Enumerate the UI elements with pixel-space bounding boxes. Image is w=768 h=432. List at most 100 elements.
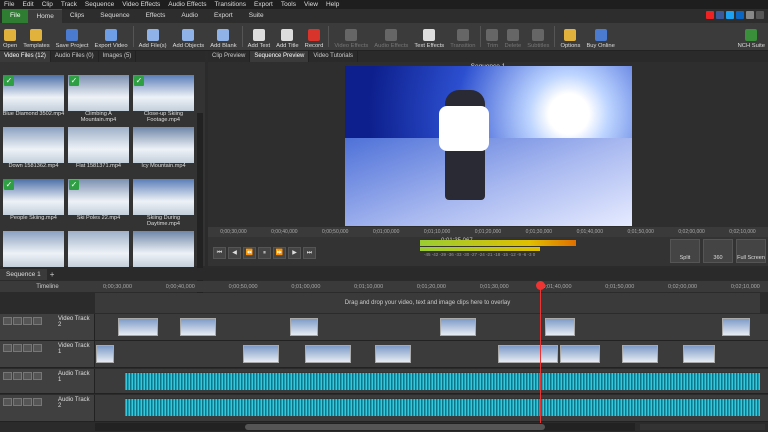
tab-effects[interactable]: Effects xyxy=(138,9,174,23)
clip-thumbnail[interactable]: ✓ xyxy=(3,75,64,111)
save-project-button[interactable]: Save Project xyxy=(53,23,92,51)
mute-icon[interactable] xyxy=(3,372,12,380)
menu-item-tools[interactable]: Tools xyxy=(277,1,300,8)
clip-thumbnail[interactable]: ✓ xyxy=(68,179,129,215)
go-to-start-icon[interactable]: ⏮ xyxy=(213,247,226,259)
timeline-scroll-thumb[interactable] xyxy=(245,424,545,430)
tab-home[interactable]: Home xyxy=(28,9,62,23)
menu-item-file[interactable]: File xyxy=(0,1,18,8)
facebook-icon[interactable] xyxy=(716,11,724,19)
overlay-drop-zone[interactable]: Drag and drop your video, text and image… xyxy=(95,293,760,313)
media-clip[interactable]: Flat 1581371.mp4 xyxy=(67,127,130,175)
clip-thumbnail[interactable] xyxy=(133,231,194,267)
split-button[interactable]: Split xyxy=(670,239,700,263)
menu-item-video-effects[interactable]: Video Effects xyxy=(118,1,164,8)
timeline-video-clip[interactable] xyxy=(180,318,216,336)
playhead-line[interactable] xyxy=(540,283,541,423)
transition-button[interactable]: Transition xyxy=(447,23,478,51)
menu-item-audio-effects[interactable]: Audio Effects xyxy=(164,1,210,8)
minimize-icon[interactable] xyxy=(756,11,764,19)
trim-button[interactable]: Trim xyxy=(483,23,501,51)
clip-thumbnail[interactable] xyxy=(133,127,194,163)
options-button[interactable]: Options xyxy=(557,23,583,51)
tab-sequence[interactable]: Sequence xyxy=(92,9,137,23)
tab-export[interactable]: Export xyxy=(206,9,241,23)
timeline-video-clip[interactable] xyxy=(243,345,279,363)
add-objects-button[interactable]: Add Objects xyxy=(170,23,208,51)
clip-thumbnail[interactable]: ✓ xyxy=(68,75,129,111)
add-sequence-icon[interactable]: + xyxy=(50,270,55,279)
vr-360-button[interactable]: 360 xyxy=(703,239,733,263)
clip-thumbnail[interactable]: ✓ xyxy=(3,179,64,215)
add-title-button[interactable]: Add Title xyxy=(273,23,302,51)
video-preview[interactable] xyxy=(345,66,632,226)
media-tab-1[interactable]: Audio Files (0) xyxy=(51,51,99,62)
next-frame-icon[interactable]: ⏩ xyxy=(273,247,286,259)
media-clip[interactable]: Skiing During Daytime.mp4 xyxy=(132,179,195,227)
add-blank-button[interactable]: Add Blank xyxy=(207,23,239,51)
step-back-icon[interactable]: ◀ xyxy=(228,247,241,259)
track-fx-icon[interactable] xyxy=(33,317,42,325)
timeline-video-clip[interactable] xyxy=(440,318,476,336)
buy-online-button[interactable]: Buy Online xyxy=(583,23,617,51)
menu-item-edit[interactable]: Edit xyxy=(18,1,37,8)
lock-icon[interactable] xyxy=(13,344,22,352)
visibility-icon[interactable] xyxy=(23,398,32,406)
pause-icon[interactable]: ⏸ xyxy=(258,247,271,259)
lock-icon[interactable] xyxy=(13,372,22,380)
prev-frame-icon[interactable]: ⏪ xyxy=(243,247,256,259)
clip-thumbnail[interactable] xyxy=(3,127,64,163)
text-effects-button[interactable]: Text Effects xyxy=(411,23,447,51)
nch-suite-button[interactable]: NCH Suite xyxy=(735,23,768,51)
audio-waveform[interactable] xyxy=(125,372,760,390)
timeline-video-clip[interactable] xyxy=(545,318,575,336)
add-file-s--button[interactable]: Add File(s) xyxy=(136,23,170,51)
menu-item-transitions[interactable]: Transitions xyxy=(210,1,250,8)
timeline-video-clip[interactable] xyxy=(560,345,600,363)
record-button[interactable]: Record xyxy=(302,23,327,51)
timeline-video-clip[interactable] xyxy=(375,345,411,363)
menu-item-clip[interactable]: Clip xyxy=(38,1,57,8)
media-clip[interactable]: ✓ Blue Diamond 3502.mp4 xyxy=(2,75,65,123)
menu-item-sequence[interactable]: Sequence xyxy=(81,1,118,8)
mute-icon[interactable] xyxy=(3,398,12,406)
clip-thumbnail[interactable] xyxy=(68,231,129,267)
timeline-video-clip[interactable] xyxy=(305,345,351,363)
media-clip[interactable]: Down 1581362.mp4 xyxy=(2,127,65,175)
media-clip[interactable]: ✓ Ski Poles 22.mp4 xyxy=(67,179,130,227)
mute-icon[interactable] xyxy=(3,344,12,352)
twitter-icon[interactable] xyxy=(726,11,734,19)
preview-ruler[interactable]: 0;00;30,000 0;00;40,000 0;00;50,000 0;01;00… xyxy=(208,227,768,237)
menu-item-help[interactable]: Help xyxy=(322,1,343,8)
lock-icon[interactable] xyxy=(13,398,22,406)
add-text-button[interactable]: Add Text xyxy=(245,23,273,51)
tab-audio[interactable]: Audio xyxy=(173,9,206,23)
clip-thumbnail[interactable] xyxy=(68,127,129,163)
menu-item-export[interactable]: Export xyxy=(250,1,277,8)
timeline-video-clip[interactable] xyxy=(118,318,158,336)
tab-suite[interactable]: Suite xyxy=(241,9,272,23)
preview-tab-2[interactable]: Video Tutorials xyxy=(309,51,358,62)
tab-clips[interactable]: Clips xyxy=(62,9,92,23)
timeline-video-clip[interactable] xyxy=(96,345,114,363)
track-fx-icon[interactable] xyxy=(33,344,42,352)
templates-button[interactable]: Templates xyxy=(20,23,52,51)
clip-thumbnail[interactable] xyxy=(3,231,64,267)
tab-file[interactable]: File xyxy=(2,9,29,23)
delete-button[interactable]: Delete xyxy=(501,23,524,51)
audio-effects-button[interactable]: Audio Effects xyxy=(371,23,411,51)
menu-item-track[interactable]: Track xyxy=(57,1,81,8)
audio-waveform[interactable] xyxy=(125,398,760,416)
video-effects-button[interactable]: Video Effects xyxy=(331,23,371,51)
timeline-zoom-slider[interactable] xyxy=(640,424,765,430)
media-clip[interactable]: ✓ People Skiing.mp4 xyxy=(2,179,65,227)
timeline-ruler[interactable]: Timeline 0;00;30,000 0;00;40,000 0;00;50,0… xyxy=(0,281,768,292)
timeline-video-clip[interactable] xyxy=(683,345,715,363)
timeline-scrollbar[interactable] xyxy=(95,423,635,431)
timeline-video-clip[interactable] xyxy=(622,345,658,363)
lock-icon[interactable] xyxy=(13,317,22,325)
full-screen-button[interactable]: Full Screen xyxy=(736,239,766,263)
track-fx-icon[interactable] xyxy=(33,372,42,380)
visibility-icon[interactable] xyxy=(23,317,32,325)
help-icon[interactable] xyxy=(746,11,754,19)
